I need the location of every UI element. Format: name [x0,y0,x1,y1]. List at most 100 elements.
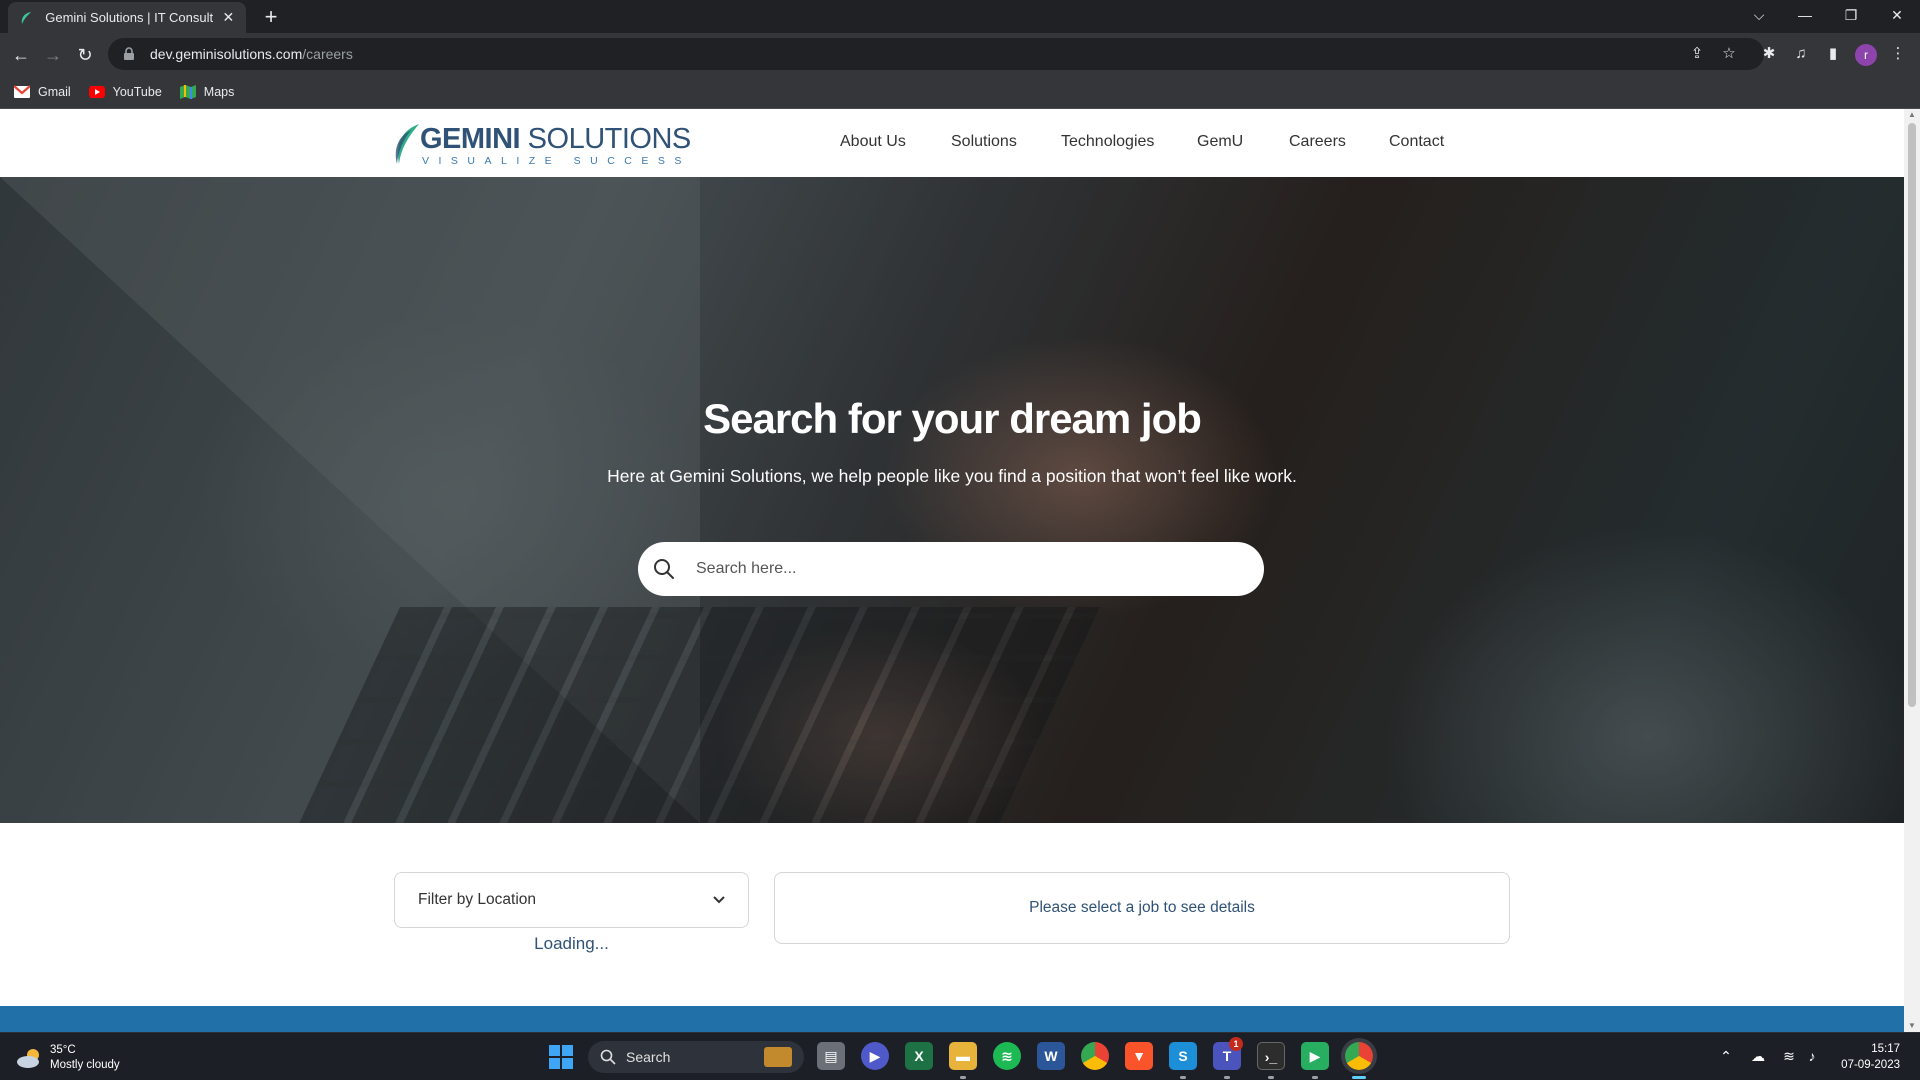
hero-banner: Search for your dream job Here at Gemini… [0,177,1904,823]
hero-overlay [0,177,1904,823]
active-app-indicator [1352,1076,1366,1079]
chevron-down-icon [713,896,725,904]
tab-title: Gemini Solutions | IT Consulting, [45,10,213,25]
video-call-icon[interactable]: ▶ [861,1042,889,1070]
chrome-icon[interactable] [1081,1042,1109,1070]
scrollbar-thumb[interactable] [1908,123,1916,707]
terminal-icon[interactable]: ›_ [1257,1042,1285,1070]
search-highlight-icon [764,1047,792,1067]
job-details-placeholder: Please select a job to see details [1029,899,1255,916]
scroll-up-arrow-icon[interactable]: ▲ [1904,109,1920,121]
tab-search-icon[interactable]: ⌵ [1736,0,1782,30]
nav-gemu[interactable]: GemU [1197,133,1243,151]
taskbar-search-label: Search [626,1049,671,1065]
nav-contact[interactable]: Contact [1389,133,1444,151]
browser-tab[interactable]: Gemini Solutions | IT Consulting, ✕ [8,2,246,33]
lock-icon [124,47,134,60]
job-search-box[interactable] [638,542,1264,596]
close-window-button[interactable]: ✕ [1874,0,1920,30]
bookmark-youtube[interactable]: YouTube [88,85,162,99]
media-control-icon[interactable]: ♫ [1788,41,1814,67]
nav-careers[interactable]: Careers [1289,133,1346,151]
scroll-down-arrow-icon[interactable]: ▼ [1904,1020,1920,1032]
windows-taskbar: 35°C Mostly cloudy Search ▤ ▶ X ▬ ≋ W ▼ … [0,1032,1920,1080]
bookmark-label: Gmail [38,85,71,99]
weather-temperature: 35°C [50,1044,76,1056]
teams-notification-badge: 1 [1229,1037,1243,1051]
logo-wordmark: GEMINI SOLUTIONS [420,123,691,156]
leaf-logo-icon [395,124,419,164]
extensions-icon[interactable]: ✱ [1756,41,1782,67]
nav-about-us[interactable]: About Us [840,133,906,151]
site-header: GEMINI SOLUTIONS VISUALIZE SUCCESS About… [0,109,1904,177]
media-player-icon[interactable]: ▶ [1301,1042,1329,1070]
side-panel-icon[interactable]: ▮ [1820,41,1846,67]
youtube-icon [88,86,105,98]
logo-word-solutions: SOLUTIONS [520,123,692,155]
browser-menu-icon[interactable]: ⋮ [1885,41,1911,67]
nav-technologies[interactable]: Technologies [1061,133,1154,151]
minimize-button[interactable]: — [1782,0,1828,30]
clock-time: 15:17 [1871,1043,1900,1055]
onedrive-cloud-icon[interactable]: ☁ [1748,1047,1768,1065]
windows-start-icon[interactable] [549,1045,573,1069]
volume-icon[interactable]: ♪ [1802,1047,1822,1065]
weather-description: Mostly cloudy [50,1059,120,1071]
page-viewport: GEMINI SOLUTIONS VISUALIZE SUCCESS About… [0,109,1920,1032]
running-indicator [1180,1076,1186,1079]
browser-toolbar: ← → ↻ dev.geminisolutions.com /careers ⇪… [0,33,1920,76]
logo-word-gemini: GEMINI [420,123,521,155]
running-indicator [1268,1076,1274,1079]
excel-icon[interactable]: X [905,1042,933,1070]
word-icon[interactable]: W [1037,1042,1065,1070]
new-tab-button[interactable]: + [258,4,284,30]
chrome-profile-icon[interactable] [1345,1042,1373,1070]
location-filter-dropdown[interactable]: Filter by Location [394,872,749,928]
restore-button[interactable]: ❐ [1828,0,1874,30]
weather-widget[interactable]: 35°C Mostly cloudy [16,1043,120,1073]
search-icon [654,559,674,579]
share-icon[interactable]: ⇪ [1684,41,1710,67]
profile-avatar[interactable]: r [1855,44,1877,66]
running-indicator [1224,1076,1230,1079]
brave-icon[interactable]: ▼ [1125,1042,1153,1070]
sublime-text-icon[interactable]: S [1169,1042,1197,1070]
folder-icon[interactable]: ▬ [949,1042,977,1070]
bookmark-label: Maps [203,85,235,99]
maps-icon [179,85,196,99]
file-explorer-icon[interactable]: ▤ [817,1042,845,1070]
forward-button[interactable]: → [39,41,67,69]
reload-button[interactable]: ↻ [71,41,99,69]
footer-band [0,1006,1904,1032]
clock-date: 07-09-2023 [1841,1059,1900,1071]
taskbar-search-icon [600,1049,616,1065]
url-host: dev.geminisolutions.com [150,46,303,62]
location-filter-label: Filter by Location [418,891,537,908]
tab-close-icon[interactable]: ✕ [221,9,236,26]
running-indicator [960,1076,966,1079]
back-button[interactable]: ← [7,41,35,69]
bookmark-star-icon[interactable]: ☆ [1716,41,1742,67]
hero-title: Search for your dream job [703,395,1202,442]
browser-tab-strip: Gemini Solutions | IT Consulting, ✕ + ⌵ … [0,0,1920,33]
tray-chevron-up-icon[interactable]: ⌃ [1716,1047,1736,1065]
running-indicator [1312,1076,1318,1079]
system-clock[interactable]: 15:17 07-09-2023 [1836,1041,1900,1073]
site-favicon-icon [18,10,33,26]
page-scrollbar[interactable]: ▲ ▼ [1904,109,1920,1032]
job-search-input[interactable] [696,560,1236,578]
jobs-loading-text: Loading... [534,934,609,953]
url-path: /careers [302,46,353,62]
job-details-panel: Please select a job to see details [774,872,1510,944]
address-bar[interactable]: dev.geminisolutions.com /careers [108,38,1764,70]
bookmark-maps[interactable]: Maps [179,85,235,99]
wifi-icon[interactable]: ≋ [1779,1047,1799,1065]
hero-subtitle: Here at Gemini Solutions, we help people… [607,466,1297,486]
gmail-icon [14,85,30,98]
bookmark-label: YouTube [112,85,162,99]
taskbar-search[interactable]: Search [588,1041,804,1073]
nav-solutions[interactable]: Solutions [951,133,1017,151]
spotify-icon[interactable]: ≋ [993,1042,1021,1070]
bookmark-gmail[interactable]: Gmail [14,85,71,99]
gemini-logo[interactable]: GEMINI SOLUTIONS VISUALIZE SUCCESS [393,118,691,170]
